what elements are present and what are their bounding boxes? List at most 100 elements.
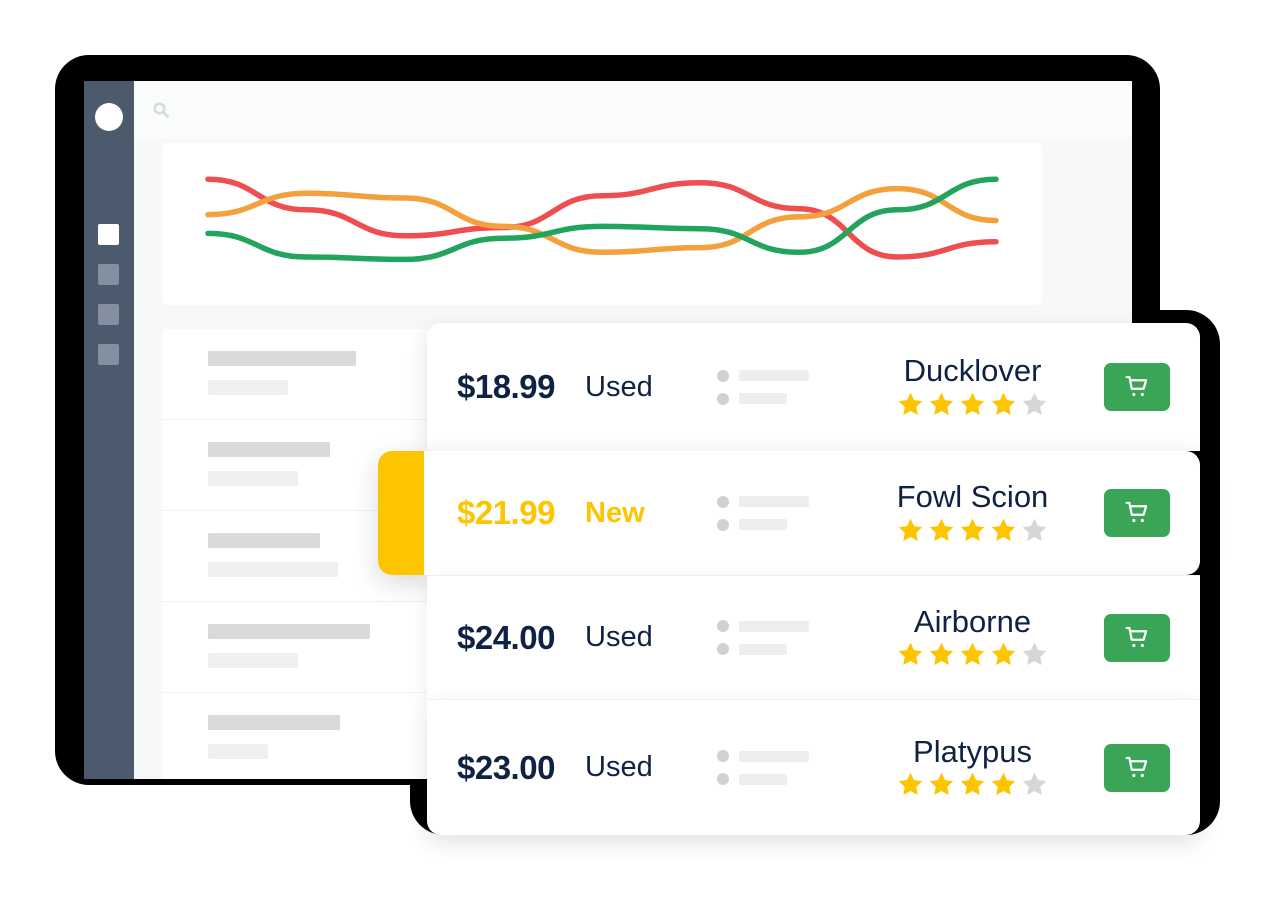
- placeholder-bar: [739, 519, 787, 530]
- skeleton-bar-primary: [208, 624, 370, 639]
- product-info: Platypus: [847, 733, 1104, 800]
- add-to-cart-button[interactable]: [1104, 613, 1170, 662]
- product-detail-placeholder: [717, 495, 847, 531]
- placeholder-bar: [739, 620, 809, 632]
- product-row[interactable]: $24.00 Used Airborne: [427, 575, 1200, 699]
- star-icon: [991, 772, 1016, 796]
- product-rating: [847, 640, 1098, 669]
- placeholder-line: [717, 643, 847, 655]
- star-icon: [991, 642, 1016, 666]
- star-icon: [898, 518, 923, 541]
- product-info: Fowl Scion: [847, 481, 1104, 545]
- shopping-cart-icon: [1125, 756, 1148, 777]
- placeholder-line: [717, 750, 847, 762]
- product-condition: Used: [585, 751, 653, 783]
- skeleton-bar-primary: [208, 715, 340, 730]
- screenshot-stage: $18.99 Used Ducklover $21.99 New Fowl Scion $2…: [0, 0, 1280, 900]
- product-info: Airborne: [847, 603, 1104, 670]
- product-title: Airborne: [913, 603, 1032, 639]
- placeholder-dot-icon: [717, 620, 729, 632]
- product-rating: [847, 516, 1098, 545]
- product-price: $18.99: [457, 368, 555, 405]
- skeleton-bar-primary: [208, 533, 320, 548]
- analytics-chart-card: [162, 143, 1042, 305]
- star-icon: [1022, 392, 1047, 415]
- add-to-cart-button[interactable]: [1104, 743, 1170, 792]
- product-price: $21.99: [457, 494, 555, 531]
- star-icon: [898, 772, 923, 796]
- add-to-cart-button[interactable]: [1104, 363, 1170, 411]
- placeholder-dot-icon: [717, 643, 729, 655]
- product-condition: Used: [585, 370, 653, 403]
- line-chart: [205, 176, 999, 263]
- product-info: Ducklover: [847, 355, 1104, 419]
- product-detail-placeholder: [717, 750, 847, 785]
- placeholder-line: [717, 773, 847, 785]
- skeleton-bar-secondary: [208, 653, 298, 668]
- star-icon: [898, 392, 923, 415]
- skeleton-bar-secondary: [208, 744, 268, 759]
- placeholder-dot-icon: [717, 518, 729, 531]
- placeholder-line: [717, 369, 847, 382]
- product-condition: Used: [585, 621, 653, 653]
- placeholder-bar: [739, 643, 787, 655]
- star-icon: [960, 772, 985, 796]
- product-row[interactable]: $18.99 Used Ducklover: [427, 323, 1200, 451]
- highlight-accent-bar: [378, 451, 424, 575]
- placeholder-bar: [739, 370, 809, 381]
- placeholder-bar: [739, 496, 809, 507]
- placeholder-line: [717, 518, 847, 531]
- product-rating: [847, 770, 1098, 799]
- star-icon: [991, 518, 1016, 541]
- product-detail-placeholder: [717, 369, 847, 405]
- placeholder-line: [717, 620, 847, 632]
- product-title: Fowl Scion: [896, 479, 1049, 515]
- star-icon: [929, 642, 954, 666]
- star-icon: [960, 642, 985, 666]
- star-icon: [960, 518, 985, 541]
- star-icon: [1022, 518, 1047, 541]
- product-row[interactable]: $21.99 New Fowl Scion: [378, 451, 1200, 575]
- top-bar: [134, 81, 1132, 139]
- star-icon: [898, 642, 923, 666]
- star-icon: [929, 772, 954, 796]
- sidebar: [84, 81, 134, 779]
- skeleton-bar-secondary: [208, 562, 338, 577]
- product-title: Ducklover: [903, 353, 1042, 389]
- placeholder-bar: [739, 393, 787, 404]
- placeholder-dot-icon: [717, 495, 729, 508]
- star-icon: [1022, 772, 1047, 796]
- product-title: Platypus: [913, 733, 1032, 769]
- avatar[interactable]: [95, 103, 123, 131]
- star-icon: [1022, 642, 1047, 666]
- shopping-cart-icon: [1125, 375, 1148, 397]
- placeholder-dot-icon: [717, 750, 729, 762]
- product-detail-placeholder: [717, 620, 847, 655]
- sidebar-item-4[interactable]: [98, 344, 119, 365]
- shopping-cart-icon: [1125, 626, 1148, 647]
- star-icon: [991, 392, 1016, 415]
- star-icon: [929, 392, 954, 415]
- skeleton-bar-secondary: [208, 471, 298, 486]
- placeholder-dot-icon: [717, 773, 729, 785]
- product-rating: [847, 390, 1098, 419]
- placeholder-dot-icon: [717, 369, 729, 382]
- add-to-cart-button[interactable]: [1104, 489, 1170, 537]
- product-price: $23.00: [457, 748, 555, 786]
- placeholder-bar: [739, 750, 809, 762]
- skeleton-bar-primary: [208, 351, 356, 366]
- search-icon[interactable]: [152, 101, 170, 119]
- sidebar-item-1[interactable]: [98, 224, 119, 245]
- product-condition: New: [585, 496, 645, 529]
- star-icon: [960, 392, 985, 415]
- star-icon: [929, 518, 954, 541]
- shopping-cart-icon: [1125, 501, 1148, 523]
- placeholder-bar: [739, 773, 787, 785]
- product-row[interactable]: $23.00 Used Platypus: [427, 699, 1200, 835]
- placeholder-line: [717, 495, 847, 508]
- placeholder-dot-icon: [717, 392, 729, 405]
- sidebar-item-3[interactable]: [98, 304, 119, 325]
- product-price: $24.00: [457, 618, 555, 656]
- skeleton-bar-primary: [208, 442, 330, 457]
- sidebar-item-2[interactable]: [98, 264, 119, 285]
